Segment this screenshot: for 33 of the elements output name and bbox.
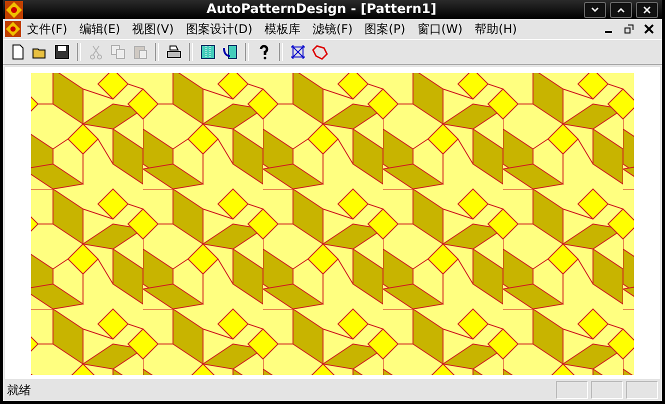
status-pane — [626, 381, 658, 399]
polygon-icon — [312, 44, 328, 60]
close-icon — [643, 6, 651, 14]
menu-item[interactable]: 编辑(E) — [73, 20, 126, 38]
status-text: 就绪 — [7, 382, 32, 398]
menu-item[interactable]: 滤镜(F) — [306, 20, 359, 38]
scissors-icon — [88, 44, 104, 60]
copy-icon — [110, 44, 126, 60]
chevron-down-icon — [591, 6, 599, 12]
minimize-button[interactable] — [584, 2, 606, 18]
printer-icon — [166, 44, 182, 60]
new-document-icon — [10, 44, 26, 60]
menu-item[interactable]: 图案设计(D) — [180, 20, 258, 38]
close-icon[interactable] — [644, 24, 654, 34]
document-logo-icon — [5, 21, 21, 37]
maximize-button[interactable] — [610, 2, 632, 18]
status-pane — [556, 381, 588, 399]
grid-icon — [200, 44, 216, 60]
clipboard-icon — [132, 44, 148, 60]
flip-icon — [222, 44, 238, 60]
menu-item[interactable]: 模板库 — [258, 20, 306, 38]
mesh-icon — [290, 44, 306, 60]
window-title: AutoPatternDesign - [Pattern1] — [206, 2, 438, 17]
menu-item[interactable]: 图案(P) — [358, 20, 412, 38]
menu-item[interactable]: 窗口(W) — [411, 20, 469, 38]
status-pane — [591, 381, 623, 399]
menu-item[interactable]: 文件(F) — [21, 20, 74, 38]
chevron-up-icon — [617, 6, 625, 12]
menu-item[interactable]: 帮助(H) — [468, 20, 523, 38]
restore-icon[interactable] — [624, 24, 634, 34]
app-logo-icon — [5, 0, 23, 18]
menu-item[interactable]: 视图(V) — [126, 20, 180, 38]
close-button[interactable] — [636, 2, 658, 18]
